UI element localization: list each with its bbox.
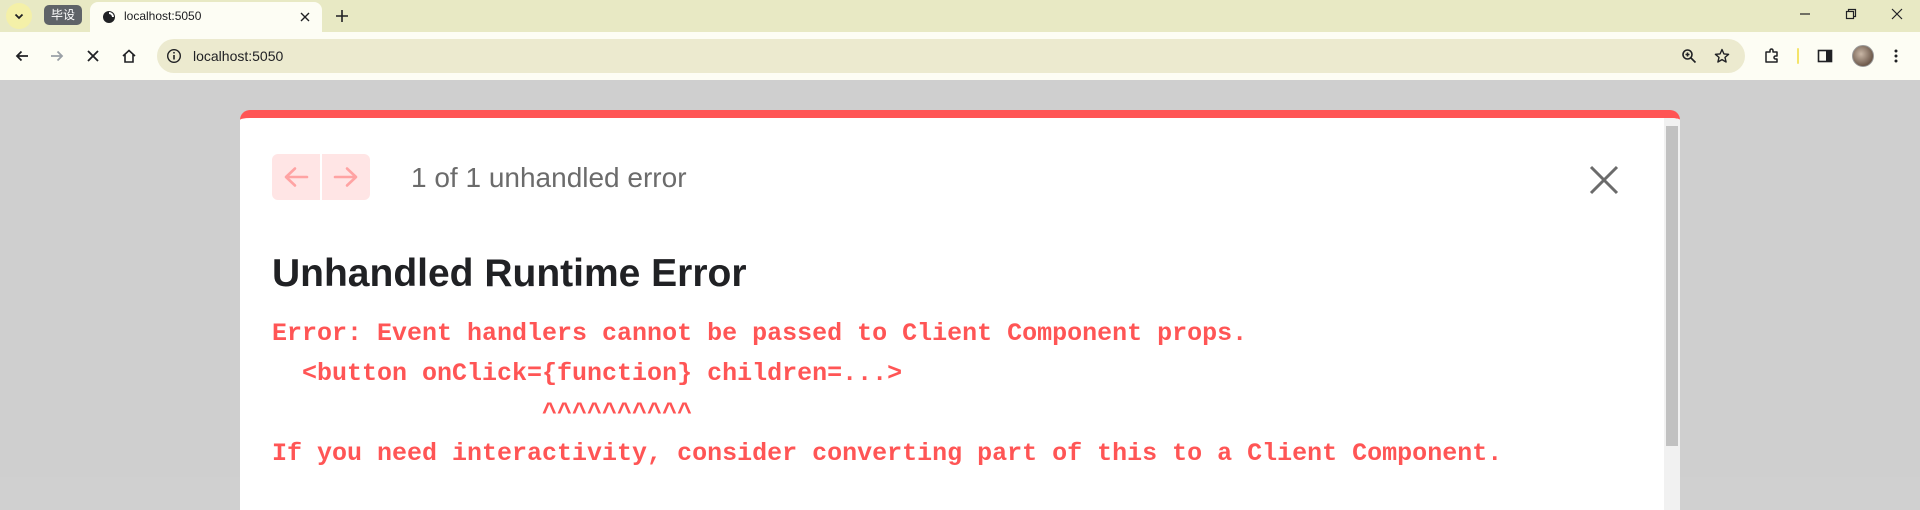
error-message: Error: Event handlers cannot be passed t… — [272, 314, 1502, 474]
next-error-button[interactable] — [322, 154, 370, 200]
previous-error-button[interactable] — [272, 154, 320, 200]
error-title: Unhandled Runtime Error — [272, 252, 747, 295]
home-icon — [122, 49, 136, 63]
more-vertical-icon — [1894, 49, 1898, 63]
zoom-button[interactable] — [1679, 46, 1699, 66]
stop-x-icon — [87, 50, 99, 62]
restore-button[interactable] — [1828, 0, 1874, 28]
new-tab-plus-icon[interactable] — [332, 6, 352, 26]
error-message-line: Error: Event handlers cannot be passed t… — [272, 319, 1248, 348]
error-overlay-dialog: 1 of 1 unhandled error Unhandled Runtime… — [240, 110, 1680, 510]
back-button[interactable] — [9, 43, 35, 69]
extensions-button[interactable] — [1760, 44, 1784, 68]
browser-toolbar: localhost:5050 — [0, 32, 1920, 80]
tab-group-chip[interactable]: 毕设 — [44, 5, 83, 25]
arrow-left-icon — [284, 167, 309, 187]
profile-avatar[interactable] — [1852, 45, 1874, 67]
tab-bar: 毕设 localhost:5050 — [0, 0, 1920, 32]
address-bar[interactable]: localhost:5050 — [157, 39, 1745, 73]
error-message-line: <button onClick={function} children=...> — [272, 359, 903, 388]
arrow-right-icon — [333, 167, 358, 187]
arrow-right-icon — [51, 50, 64, 62]
puzzle-icon — [1765, 48, 1778, 63]
zoom-in-icon — [1682, 49, 1697, 64]
browser-menu-button[interactable] — [1884, 44, 1908, 68]
error-count-text: 1 of 1 unhandled error — [411, 162, 687, 193]
loading-favicon-icon — [103, 11, 115, 23]
forward-button[interactable] — [44, 43, 70, 69]
error-message-line: If you need interactivity, consider conv… — [272, 439, 1503, 468]
minimize-icon — [1800, 13, 1810, 15]
close-overlay-button[interactable] — [1588, 164, 1620, 196]
arrow-left-icon — [15, 50, 28, 62]
close-icon — [1891, 8, 1903, 20]
site-info-icon[interactable] — [166, 48, 182, 64]
tab-search-button[interactable] — [6, 3, 32, 29]
side-panel-icon — [1817, 49, 1833, 63]
error-pager — [272, 154, 370, 200]
side-panel-button[interactable] — [1813, 44, 1837, 68]
stop-loading-button[interactable] — [80, 43, 106, 69]
home-button[interactable] — [116, 43, 142, 69]
page-backdrop: 1 of 1 unhandled error Unhandled Runtime… — [0, 80, 1920, 510]
error-message-line: ^^^^^^^^^^ — [272, 399, 693, 428]
restore-icon — [1845, 8, 1857, 20]
tab-title: localhost:5050 — [124, 9, 202, 23]
url-text[interactable]: localhost:5050 — [193, 48, 283, 64]
dialog-scrollbar-thumb[interactable] — [1666, 126, 1678, 446]
chevron-down-icon — [14, 13, 24, 20]
active-tab[interactable]: localhost:5050 — [90, 2, 322, 32]
close-window-button[interactable] — [1874, 0, 1920, 28]
star-icon — [1714, 48, 1730, 63]
close-icon — [1589, 165, 1619, 195]
minimize-button[interactable] — [1782, 0, 1828, 28]
tab-close-icon[interactable] — [298, 10, 312, 24]
toolbar-separator — [1797, 48, 1799, 64]
bookmark-button[interactable] — [1712, 46, 1732, 66]
